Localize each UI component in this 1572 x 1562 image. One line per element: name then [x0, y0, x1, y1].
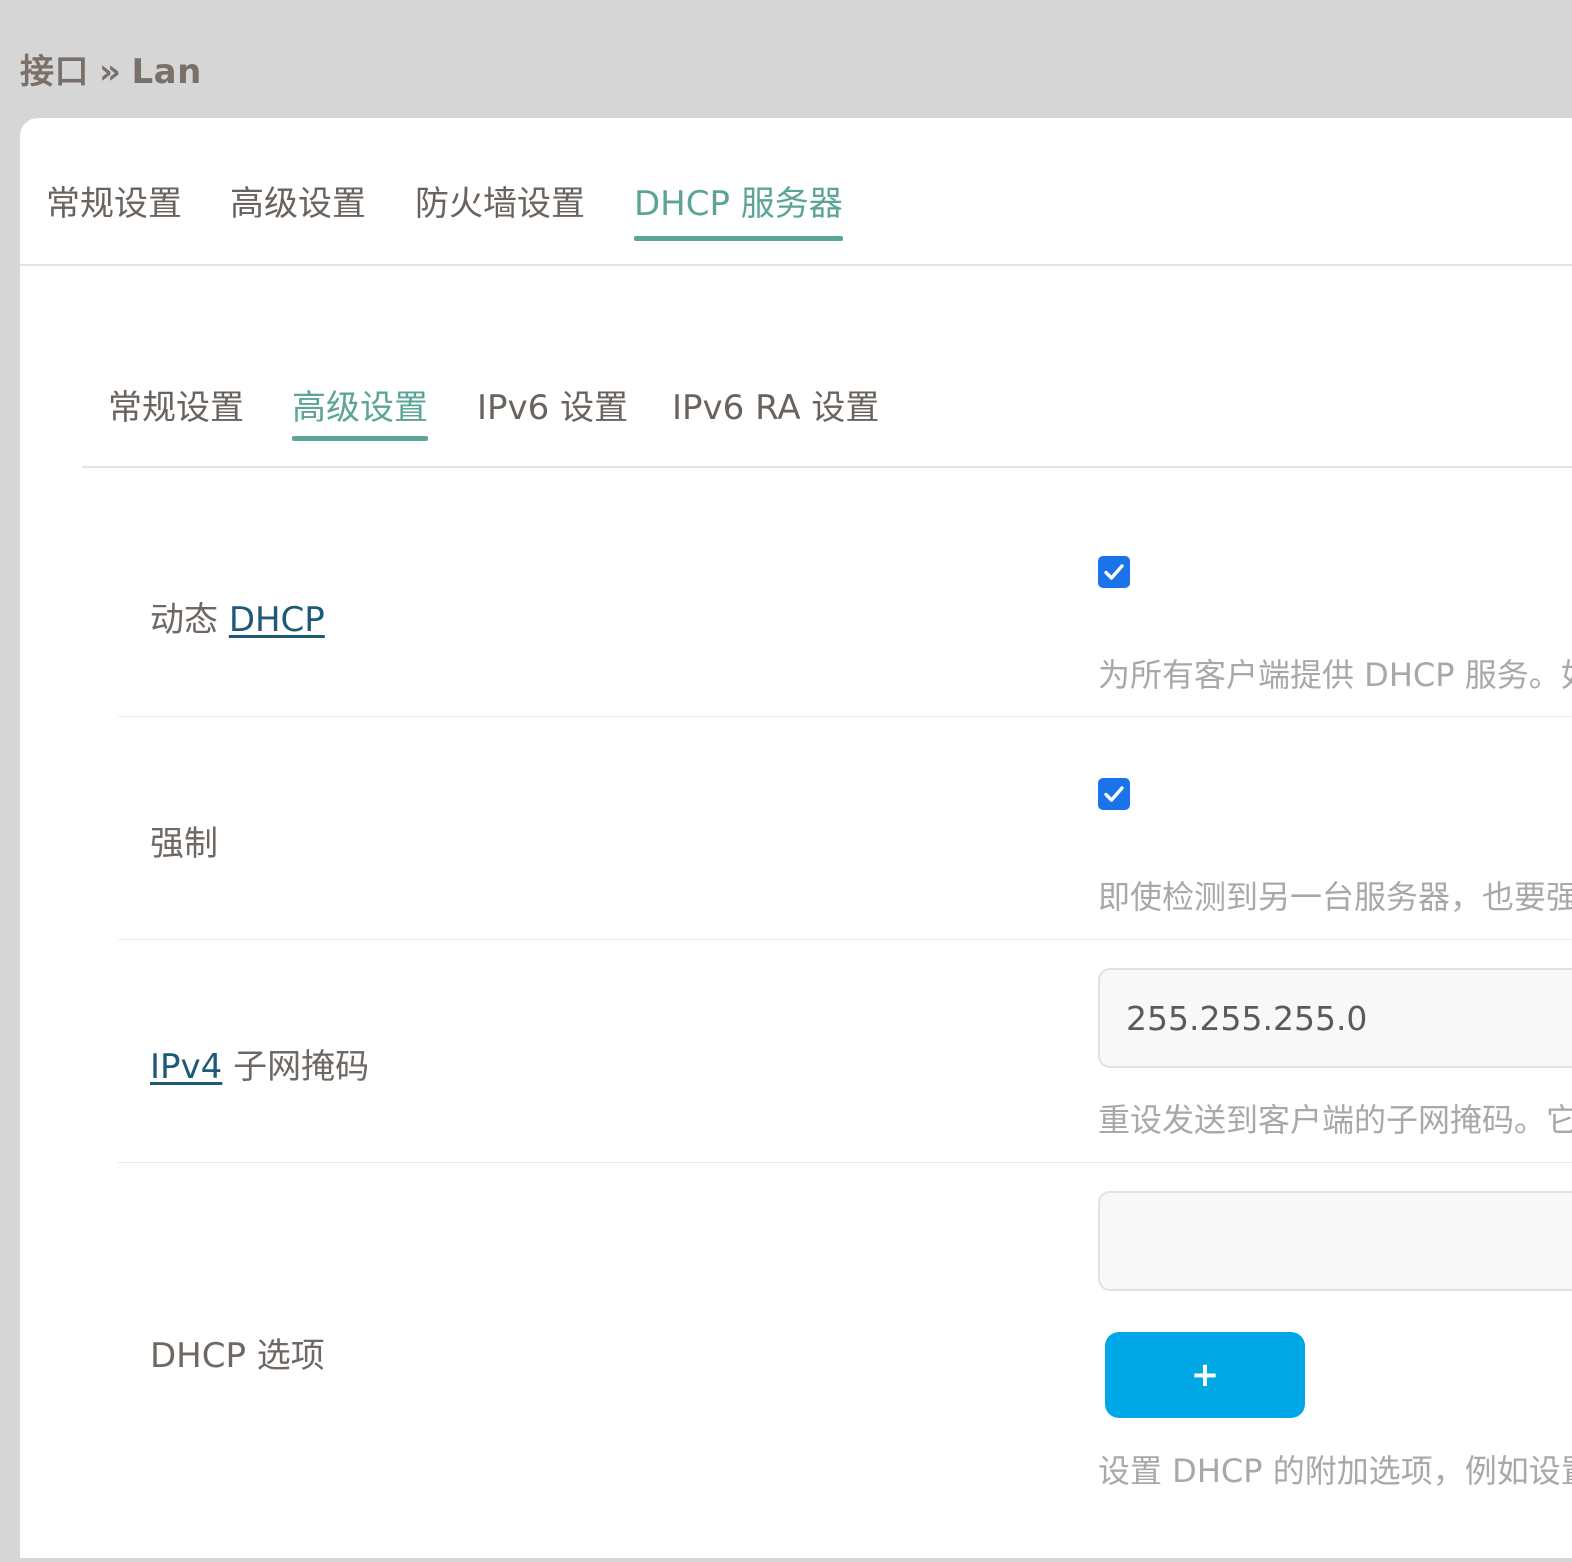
force-description: 即使检测到另一台服务器，也要强 — [1098, 878, 1572, 916]
dynamic-dhcp-description: 为所有客户端提供 DHCP 服务。如 — [1098, 656, 1572, 694]
subtab-general-settings[interactable]: 常规设置 — [108, 380, 244, 429]
interface-config-card: 常规设置 高级设置 防火墙设置 DHCP 服务器 常规设置 高级设置 IPv6 … — [20, 118, 1572, 1558]
add-dhcp-option-button[interactable]: + — [1105, 1332, 1305, 1418]
ipv4-netmask-description: 重设发送到客户端的子网掩码。它 — [1098, 1101, 1572, 1139]
tab-dhcp-server[interactable]: DHCP 服务器 — [634, 176, 843, 241]
breadcrumb-parent[interactable]: 接口 — [20, 52, 89, 92]
subtab-ipv6-ra-settings[interactable]: IPv6 RA 设置 — [672, 380, 879, 429]
tab-general-settings[interactable]: 常规设置 — [46, 176, 182, 225]
breadcrumb: 接口» Lan — [20, 44, 202, 93]
ipv4-netmask-label: IPv4 子网掩码 — [150, 1039, 369, 1088]
dhcp-options-description: 设置 DHCP 的附加选项，例如设置 — [1098, 1452, 1572, 1490]
ipv4-netmask-label-suffix: 子网掩码 — [233, 1047, 370, 1087]
row-ipv4-netmask: IPv4 子网掩码 重设发送到客户端的子网掩码。它 — [118, 939, 1572, 1163]
force-label: 强制 — [150, 824, 218, 864]
dhcp-options-input[interactable] — [1098, 1191, 1572, 1291]
ipv4-help-link[interactable]: IPv4 — [150, 1047, 222, 1087]
dynamic-dhcp-label-prefix: 动态 — [150, 600, 218, 640]
dynamic-dhcp-checkbox[interactable] — [1098, 556, 1130, 588]
ipv4-netmask-input[interactable] — [1098, 968, 1572, 1068]
row-force: 强制 即使检测到另一台服务器，也要强 — [118, 716, 1572, 940]
row-dynamic-dhcp: 动态 DHCP 为所有客户端提供 DHCP 服务。如 — [118, 496, 1572, 717]
force-checkbox[interactable] — [1098, 778, 1130, 810]
subtab-ipv6-settings[interactable]: IPv6 设置 — [477, 380, 628, 429]
tab-firewall-settings[interactable]: 防火墙设置 — [415, 176, 585, 225]
breadcrumb-separator: » — [99, 52, 122, 92]
checkmark-icon — [1104, 564, 1124, 580]
main-tab-bar: 常规设置 高级设置 防火墙设置 DHCP 服务器 — [20, 118, 1572, 266]
row-dhcp-options: DHCP 选项 + 设置 DHCP 的附加选项，例如设置 — [118, 1162, 1572, 1562]
subtab-advanced-settings[interactable]: 高级设置 — [292, 380, 428, 441]
dhcp-help-link[interactable]: DHCP — [229, 600, 325, 640]
breadcrumb-current: Lan — [131, 52, 202, 92]
dhcp-options-label: DHCP 选项 — [150, 1336, 325, 1376]
dynamic-dhcp-label: 动态 DHCP — [150, 592, 325, 641]
tab-advanced-settings[interactable]: 高级设置 — [230, 176, 366, 225]
checkmark-icon — [1104, 786, 1124, 802]
sub-tab-bar: 常规设置 高级设置 IPv6 设置 IPv6 RA 设置 — [82, 358, 1572, 468]
